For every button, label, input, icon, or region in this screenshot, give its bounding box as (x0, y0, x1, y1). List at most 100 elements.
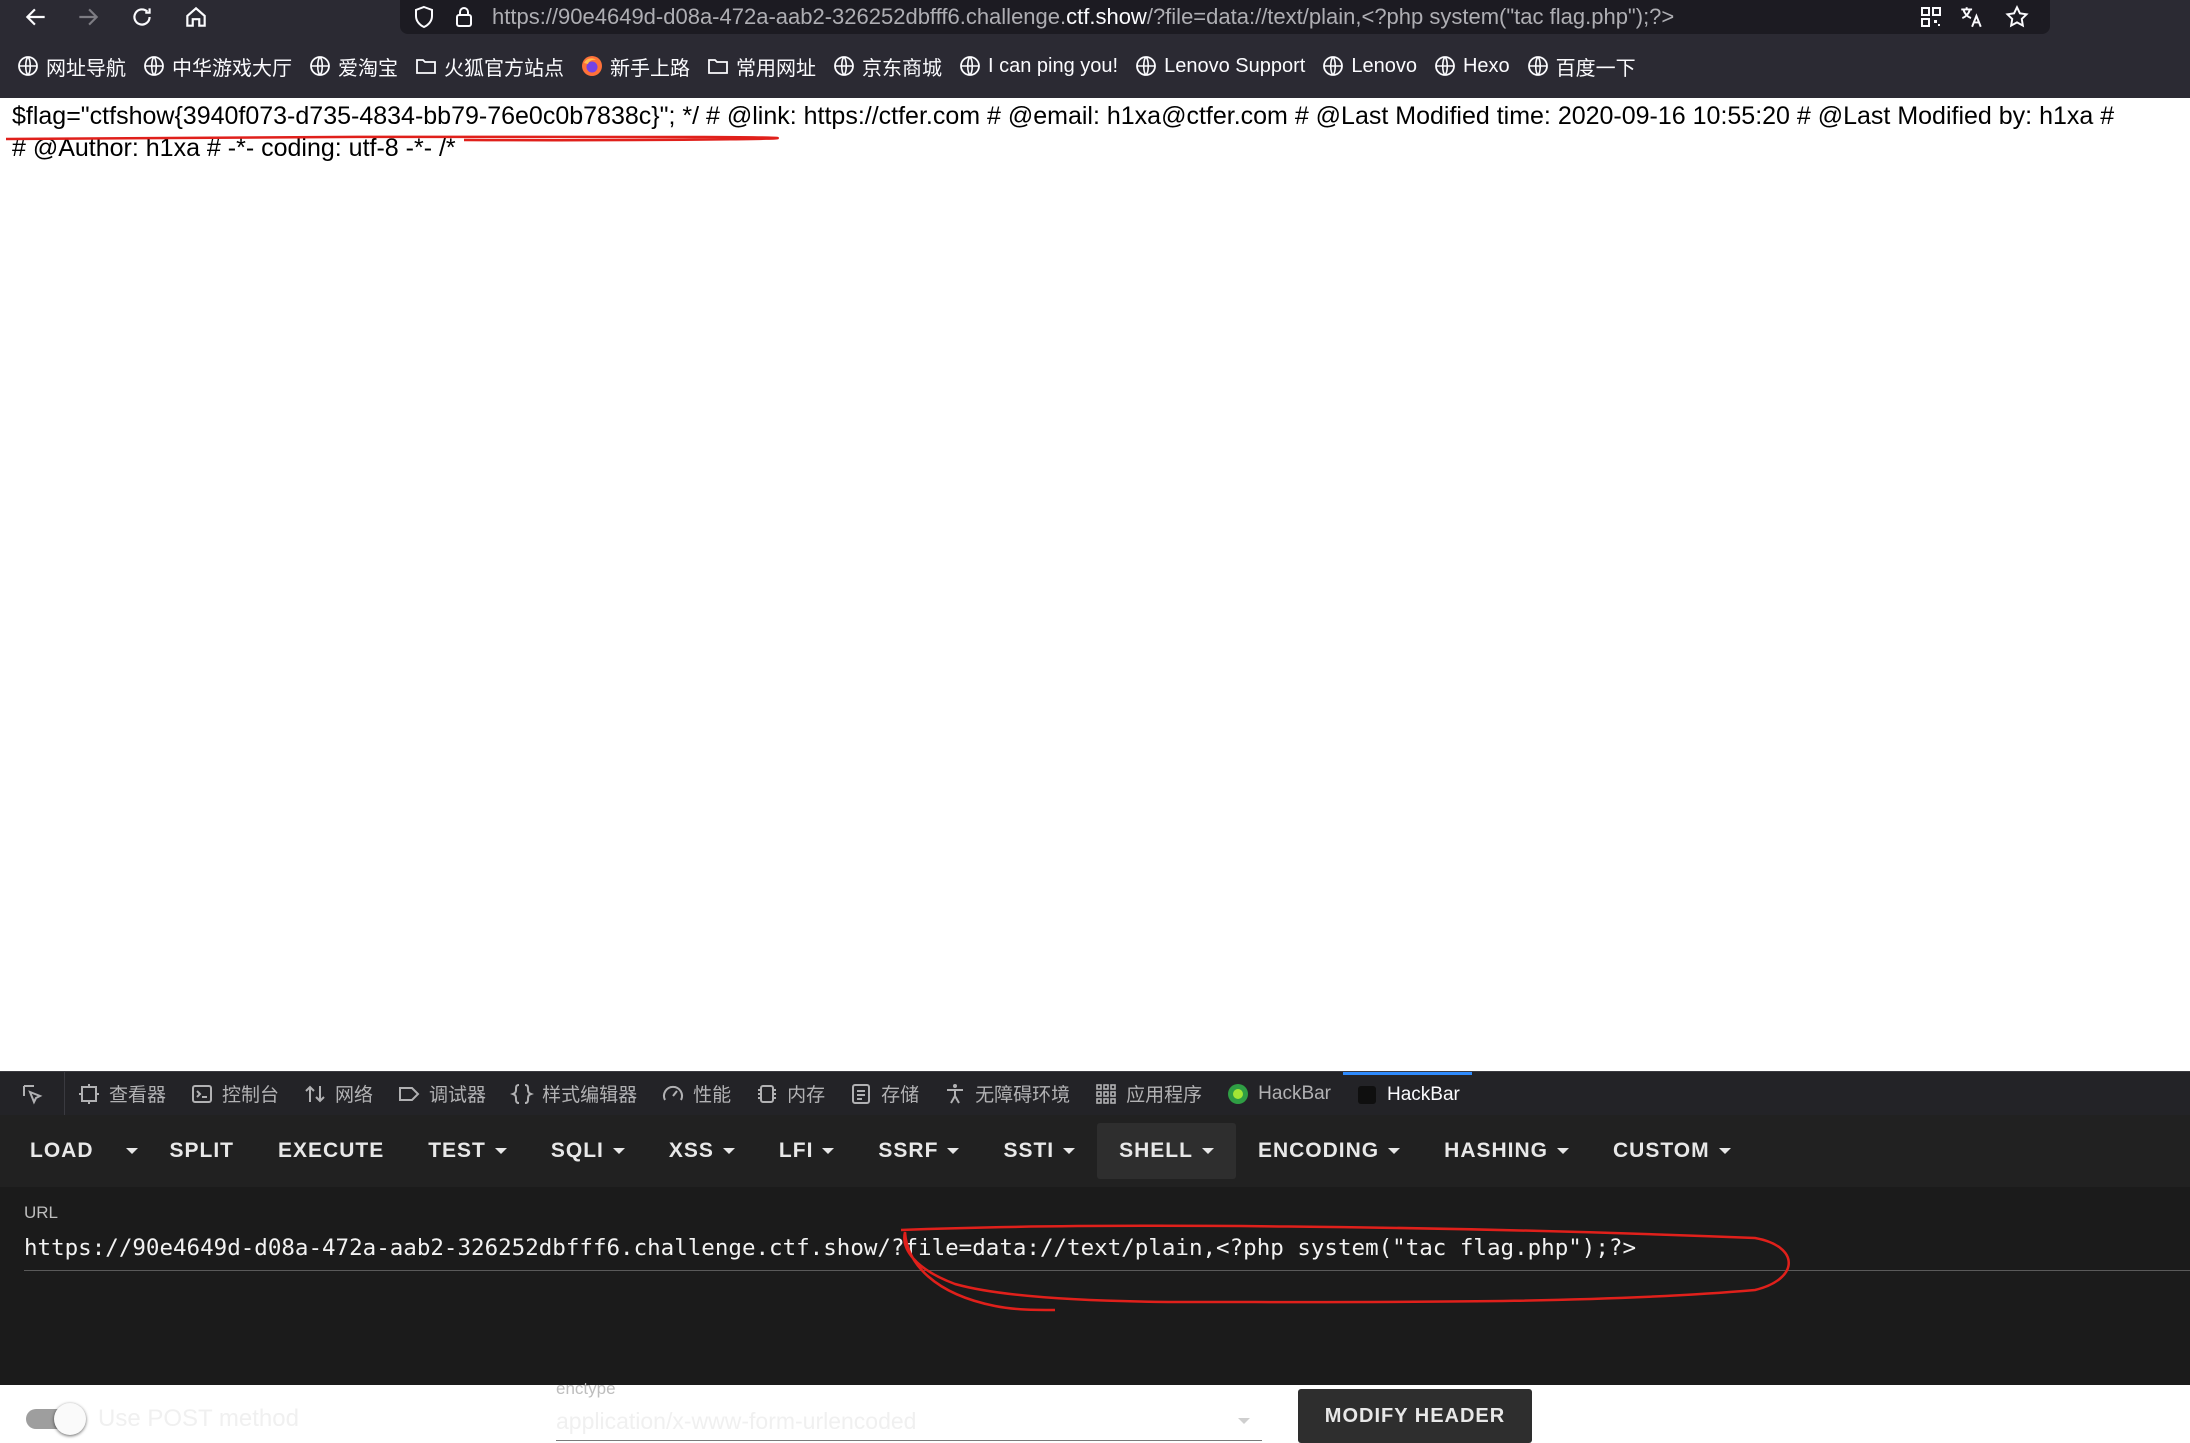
bookmark-item[interactable]: Lenovo Support (1134, 46, 1305, 86)
hackbar-menu-load[interactable]: LOAD (8, 1123, 116, 1179)
devtools-tab[interactable]: 调试器 (385, 1072, 498, 1116)
page-content: $flag="ctfshow{3940f073-d735-4834-bb79-7… (0, 98, 2190, 1071)
enctype-select[interactable]: application/x-www-form-urlencoded (556, 1401, 1262, 1441)
network-icon (303, 1082, 335, 1106)
hackbar-menu-test[interactable]: TEST (406, 1123, 529, 1179)
devtools-tab[interactable]: HackBar (1214, 1072, 1343, 1116)
hackbar-menu-xss[interactable]: XSS (647, 1123, 757, 1179)
caret-down-icon (722, 1148, 735, 1154)
bookmark-label: Lenovo Support (1164, 54, 1306, 77)
globe-icon (142, 54, 166, 78)
devtools-tab[interactable]: 控制台 (178, 1072, 291, 1116)
caret-down-icon (1718, 1148, 1731, 1154)
hackbar-url-input[interactable]: https://90e4649d-d08a-472a-aab2-326252db… (24, 1225, 2190, 1271)
bookmark-label: Hexo (1462, 54, 1510, 77)
url-text[interactable]: https://90e4649d-d08a-472a-aab2-326252db… (492, 3, 1674, 31)
enctype-value: application/x-www-form-urlencoded (556, 1408, 917, 1434)
globe-icon (308, 54, 332, 78)
hackbar-menu-label: TEST (428, 1139, 486, 1162)
devtools-tab[interactable] (8, 1071, 65, 1116)
browser-toolbar: https://90e4649d-d08a-472a-aab2-326252db… (0, 0, 2190, 34)
lock-icon[interactable] (450, 3, 478, 31)
bookmark-item[interactable]: 中华游戏大厅 (142, 46, 292, 86)
bookmark-item[interactable]: 新手上路 (580, 46, 690, 86)
hackbar-menu-shell[interactable]: SHELL (1097, 1123, 1236, 1179)
bookmark-item[interactable]: Hexo (1433, 46, 1510, 86)
bookmarks-bar: 网址导航 中华游戏大厅 爱淘宝 火狐官方站点 新手上路 常用网址 京东商城 I can pin… (0, 34, 2190, 98)
devtools-tab[interactable]: 网络 (291, 1072, 385, 1116)
devtools-tab[interactable]: 无障碍环境 (931, 1072, 1082, 1116)
folder-icon (414, 54, 438, 78)
folder-icon (706, 54, 730, 78)
qr-code-icon[interactable] (1916, 2, 1946, 32)
devtools-tab[interactable]: 应用程序 (1082, 1072, 1214, 1116)
bookmark-label: I can ping you! (988, 54, 1119, 77)
home-button[interactable] (172, 0, 220, 34)
forward-arrow-icon (79, 8, 99, 26)
picker-icon (20, 1082, 52, 1106)
caret-down-icon (612, 1148, 625, 1154)
debugger-icon (397, 1082, 429, 1106)
hackbar-menu-label: SPLIT (169, 1139, 235, 1162)
devtools-tab-label: 样式编辑器 (542, 1085, 638, 1106)
globe-icon (958, 54, 982, 78)
bookmark-label: 新手上路 (610, 57, 690, 80)
hackbar-menu-label: SSTI (1003, 1139, 1055, 1162)
devtools-tab-label: 网络 (335, 1085, 374, 1106)
bookmark-item[interactable]: 京东商城 (832, 46, 942, 86)
devtools-tab-label: 控制台 (222, 1085, 280, 1106)
bookmark-item[interactable]: 爱淘宝 (308, 46, 398, 86)
devtools-tab[interactable]: HackBar (1343, 1071, 1472, 1116)
hackbar-menu-ssrf[interactable]: SSRF (856, 1123, 981, 1179)
caret-down-icon (1557, 1148, 1569, 1154)
devtools-tab-label: 性能 (693, 1085, 732, 1106)
globe-icon (832, 54, 856, 78)
caret-down-icon (125, 1148, 138, 1154)
bookmark-star-icon[interactable] (2002, 2, 2032, 32)
forward-button[interactable] (64, 0, 112, 34)
hackbar-menu-split[interactable]: SPLIT (148, 1123, 257, 1179)
devtools-tab[interactable]: 内存 (743, 1072, 837, 1116)
bookmark-item[interactable]: 火狐官方站点 (414, 46, 564, 86)
hackbar-menu-execute[interactable]: EXECUTE (256, 1123, 406, 1179)
hackbar-menu-encoding[interactable]: ENCODING (1236, 1123, 1422, 1179)
caret-down-icon (494, 1148, 507, 1154)
source-line-1: $flag="ctfshow{3940f073-d735-4834-bb79-7… (12, 102, 2115, 130)
globe-icon (16, 54, 40, 78)
modify-header-button[interactable]: MODIFY HEADER (1298, 1389, 1532, 1443)
caret-down-icon (1063, 1148, 1076, 1154)
devtools-tab[interactable]: 查看器 (65, 1072, 178, 1116)
hackbar-menu-custom[interactable]: CUSTOM (1591, 1123, 1753, 1179)
post-method-toggle[interactable] (26, 1403, 86, 1435)
url-label: URL (24, 1203, 59, 1222)
devtools-tab[interactable]: 存储 (837, 1072, 931, 1116)
reload-button[interactable] (118, 0, 166, 34)
bookmark-label: 常用网址 (736, 57, 816, 80)
accessibility-icon (943, 1082, 975, 1106)
bookmark-item[interactable]: I can ping you! (958, 46, 1118, 86)
devtools-tab-label: HackBar (1258, 1082, 1332, 1104)
chevron-down-icon (1238, 1418, 1250, 1424)
devtools-tab[interactable]: 性能 (649, 1072, 743, 1116)
address-bar[interactable]: https://90e4649d-d08a-472a-aab2-326252db… (400, 0, 2050, 34)
hackbar-menu-sqli[interactable]: SQLI (529, 1123, 647, 1179)
devtools-tab[interactable]: 样式编辑器 (498, 1072, 649, 1116)
bookmark-item[interactable]: 常用网址 (706, 46, 816, 86)
bookmark-item[interactable]: Lenovo (1321, 46, 1417, 86)
hackbar-menu: LOAD SPLIT EXECUTE TEST SQLI XSS LFI SSRF SSTI SH… (0, 1115, 2190, 1187)
bookmark-item[interactable]: 网址导航 (16, 46, 126, 86)
hackbar-menu-hashing[interactable]: HASHING (1422, 1123, 1591, 1179)
hackbar-green-icon (1226, 1082, 1258, 1106)
gauge-icon (661, 1082, 693, 1106)
shield-icon[interactable] (410, 3, 438, 31)
hackbar-menu-label: CUSTOM (1613, 1139, 1710, 1162)
translate-icon[interactable] (1956, 2, 1986, 32)
globe-icon (1526, 54, 1550, 78)
bookmark-item[interactable]: 百度一下 (1526, 46, 1636, 86)
globe-icon (1433, 54, 1457, 78)
devtools-tab-label: 调试器 (429, 1085, 487, 1106)
hackbar-menu-ssti[interactable]: SSTI (981, 1123, 1097, 1179)
back-button[interactable] (12, 0, 60, 34)
hackbar-menu-lfi[interactable]: LFI (757, 1123, 857, 1179)
hackbar-load-dropdown[interactable] (116, 1123, 148, 1179)
